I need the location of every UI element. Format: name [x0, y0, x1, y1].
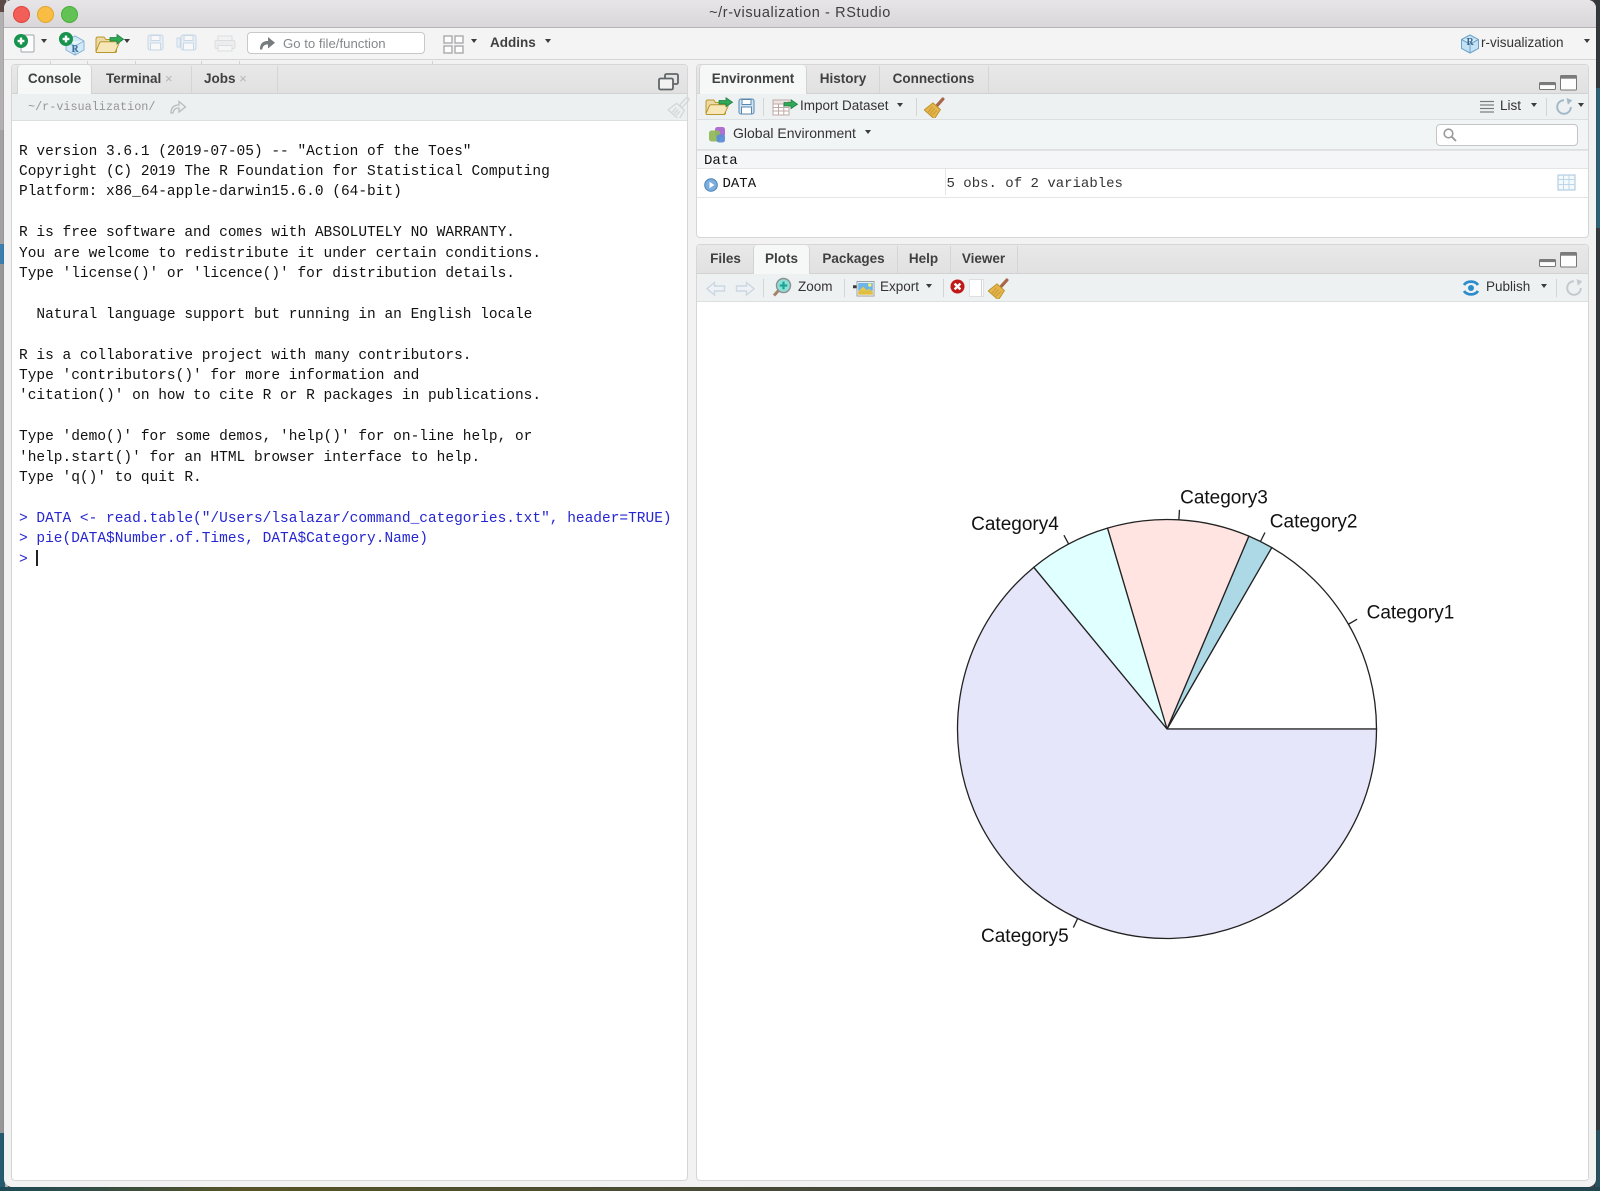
svg-text:R: R: [1467, 37, 1475, 48]
svg-text:Category1: Category1: [1367, 602, 1455, 623]
svg-text:Category3: Category3: [1180, 488, 1268, 509]
svg-text:R: R: [72, 44, 80, 55]
svg-text:Category4: Category4: [971, 514, 1059, 535]
svg-text:Category5: Category5: [981, 926, 1069, 947]
svg-text:Category2: Category2: [1270, 511, 1358, 532]
